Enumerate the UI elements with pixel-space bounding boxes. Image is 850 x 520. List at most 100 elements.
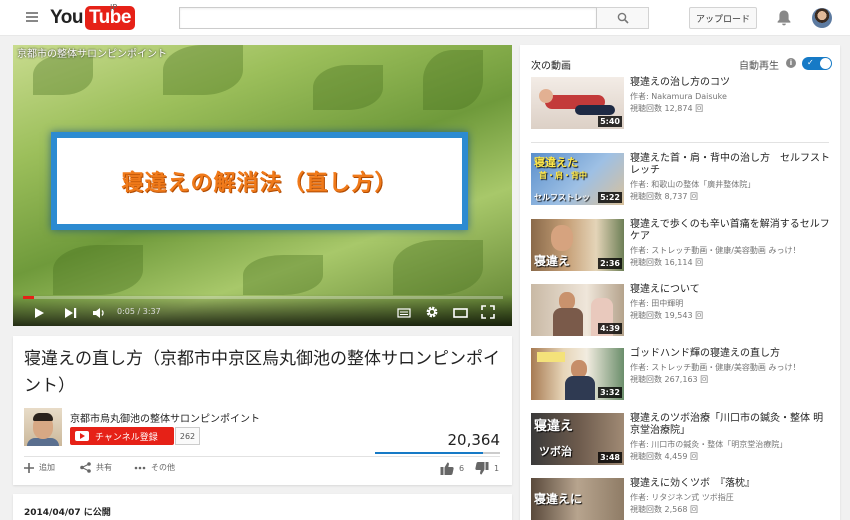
related-video-views: 視聴回数 4,459 回 bbox=[630, 452, 698, 461]
progress-bar[interactable] bbox=[23, 296, 503, 299]
thumbs-down-icon bbox=[475, 462, 489, 475]
video-thumbnail[interactable]: 3:32 bbox=[531, 348, 624, 400]
related-video-author: 作者: リタジネン式 ツボ指圧 bbox=[630, 493, 734, 502]
thumbnail-text: 首・肩・背中 bbox=[539, 171, 587, 180]
related-video-title[interactable]: ゴッドハンド輝の寝違えの直し方 bbox=[630, 348, 830, 360]
related-video-title[interactable]: 寝違えについて bbox=[630, 284, 830, 296]
view-count: 20,364 bbox=[447, 431, 501, 449]
related-video-author: 作者: 川口市の鍼灸・整体「明京堂治療院」 bbox=[630, 440, 788, 449]
autoplay-label: 自動再生 bbox=[739, 61, 779, 72]
video-title: 寝違えの直し方（京都市中京区烏丸御池の整体サロンピンポイント） bbox=[24, 349, 500, 396]
progress-fill bbox=[23, 296, 35, 299]
search-input[interactable] bbox=[179, 7, 597, 29]
related-video-item[interactable]: 寝違えた 首・肩・背中 セルフストレッ 5:22 寝違えた首・肩・背中の治し方 … bbox=[531, 153, 831, 209]
autoplay-toggle[interactable]: ✓ bbox=[802, 57, 832, 70]
subscribe-label: チャンネル登録 bbox=[95, 432, 158, 443]
search-icon bbox=[617, 12, 629, 24]
like-count: 6 bbox=[459, 464, 465, 473]
video-thumbnail[interactable]: 寝違え ツボ治 3:48 bbox=[531, 413, 624, 465]
bell-icon bbox=[777, 10, 791, 26]
video-thumbnail[interactable]: 5:40 bbox=[531, 77, 624, 129]
related-video-views: 視聴回数 12,874 回 bbox=[630, 104, 704, 113]
related-video-item[interactable]: 寝違えに 寝違えに効くツボ 『落枕』 作者: リタジネン式 ツボ指圧 視聴回数 … bbox=[531, 478, 831, 520]
duration-badge: 5:40 bbox=[598, 116, 622, 127]
related-video-title[interactable]: 寝違えの治し方のコツ bbox=[630, 77, 830, 89]
related-video-title[interactable]: 寝違えに効くツボ 『落枕』 bbox=[630, 478, 830, 490]
related-video-title[interactable]: 寝違えのツボ治療「川口市の鍼灸・整体 明京堂治療院」 bbox=[630, 413, 830, 437]
related-video-title[interactable]: 寝違えで歩くのも辛い首痛を解消するセルフケア bbox=[630, 219, 830, 243]
related-video-author: 作者: 和歌山の整体「廣井整体院」 bbox=[630, 180, 756, 189]
play-icon[interactable] bbox=[33, 307, 45, 319]
theater-mode-icon[interactable] bbox=[453, 307, 468, 319]
sentiment-bar bbox=[375, 452, 500, 454]
upload-button[interactable]: アップロード bbox=[689, 7, 757, 29]
related-video-item[interactable]: 寝違え 2:36 寝違えで歩くのも辛い首痛を解消するセルフケア 作者: ストレッ… bbox=[531, 219, 831, 275]
thumbnail-text: 寝違えに bbox=[534, 492, 583, 506]
settings-gear-icon[interactable] bbox=[425, 305, 439, 319]
channel-name[interactable]: 京都市烏丸御池の整体サロンピンポイント bbox=[70, 410, 260, 425]
thumbnail-text: 寝違え bbox=[534, 254, 571, 268]
video-thumbnail[interactable]: 寝違えた 首・肩・背中 セルフストレッ 5:22 bbox=[531, 153, 624, 205]
video-thumbnail[interactable]: 寝違えに bbox=[531, 478, 624, 520]
related-video-title[interactable]: 寝違えた首・肩・背中の治し方 セルフストレッチ bbox=[630, 153, 830, 177]
subscribe-button[interactable]: チャンネル登録 bbox=[70, 427, 174, 445]
leaf-decoration bbox=[313, 65, 383, 110]
description-card: 2014/04/07 に公開 bbox=[13, 494, 512, 520]
leaf-decoration bbox=[393, 240, 483, 295]
add-label: 追加 bbox=[39, 463, 55, 472]
divider bbox=[531, 142, 829, 143]
video-thumbnail[interactable]: 寝違え 2:36 bbox=[531, 219, 624, 271]
related-video-views: 視聴回数 2,568 回 bbox=[630, 505, 698, 514]
related-video-item[interactable]: 寝違え ツボ治 3:48 寝違えのツボ治療「川口市の鍼灸・整体 明京堂治療院」 … bbox=[531, 413, 831, 469]
leaf-decoration bbox=[53, 245, 143, 295]
channel-avatar[interactable] bbox=[24, 408, 62, 446]
search-button[interactable] bbox=[597, 7, 649, 29]
dislike-button[interactable]: 1 bbox=[475, 462, 499, 475]
more-label: その他 bbox=[151, 463, 175, 472]
related-video-item[interactable]: 4:39 寝違えについて 作者: 田中輝明 視聴回数 19,543 回 bbox=[531, 284, 831, 340]
plus-icon bbox=[24, 462, 34, 473]
user-avatar[interactable] bbox=[812, 8, 832, 28]
related-video-item[interactable]: 5:40 寝違えの治し方のコツ 作者: Nakamura Daisuke 視聴回… bbox=[531, 77, 831, 133]
subtitles-icon[interactable] bbox=[397, 307, 411, 319]
volume-icon[interactable] bbox=[92, 307, 106, 319]
masthead: You Tube JP アップロード bbox=[0, 0, 850, 36]
like-button[interactable]: 6 bbox=[440, 462, 464, 475]
youtube-logo[interactable]: You Tube JP bbox=[50, 3, 135, 30]
related-video-item[interactable]: 3:32 ゴッドハンド輝の寝違えの直し方 作者: ストレッチ動画・健康/美容動画… bbox=[531, 348, 831, 404]
duration-badge: 3:32 bbox=[598, 387, 622, 398]
related-video-views: 視聴回数 8,737 回 bbox=[630, 192, 698, 201]
thumbnail-text: セルフストレッ bbox=[534, 193, 590, 202]
related-video-author: 作者: Nakamura Daisuke bbox=[630, 92, 727, 101]
youtube-play-icon bbox=[75, 431, 89, 441]
duration-badge: 5:22 bbox=[598, 192, 622, 203]
related-video-views: 視聴回数 16,114 回 bbox=[630, 258, 704, 267]
fullscreen-icon[interactable] bbox=[481, 305, 495, 319]
guide-menu-icon[interactable] bbox=[26, 12, 38, 22]
dislike-count: 1 bbox=[494, 464, 500, 473]
subscriber-count: 262 bbox=[175, 427, 200, 445]
duration-badge: 2:36 bbox=[598, 258, 622, 269]
thumbnail-text: 寝違えた bbox=[534, 156, 578, 169]
check-icon: ✓ bbox=[807, 58, 814, 67]
related-video-views: 視聴回数 267,163 回 bbox=[630, 375, 709, 384]
up-next-heading: 次の動画 bbox=[531, 61, 571, 72]
region-label: JP bbox=[110, 3, 118, 12]
next-icon[interactable] bbox=[64, 307, 78, 319]
add-to-button[interactable]: 追加 bbox=[24, 462, 55, 473]
related-sidebar: 次の動画 自動再生 i ✓ 5:40 寝違えの治し方のコツ 作者: Nakamu… bbox=[520, 45, 840, 520]
player-controls: 0:05 / 3:37 bbox=[13, 294, 512, 326]
video-thumbnail[interactable]: 4:39 bbox=[531, 284, 624, 336]
more-actions-button[interactable]: その他 bbox=[134, 462, 175, 473]
video-info-card: 寝違えの直し方（京都市中京区烏丸御池の整体サロンピンポイント） 京都市烏丸御池の… bbox=[13, 336, 512, 485]
related-video-views: 視聴回数 19,543 回 bbox=[630, 311, 704, 320]
time-display: 0:05 / 3:37 bbox=[117, 307, 161, 316]
info-icon[interactable]: i bbox=[786, 58, 796, 68]
notifications-button[interactable] bbox=[776, 9, 792, 31]
share-label: 共有 bbox=[96, 463, 112, 472]
share-button[interactable]: 共有 bbox=[80, 462, 112, 473]
player-overlay-title[interactable]: 京都市の整体サロンピンポイント bbox=[17, 49, 177, 61]
sentiment-bar-like bbox=[375, 452, 483, 454]
leaf-decoration bbox=[423, 50, 483, 110]
video-player[interactable]: 京都市の整体サロンピンポイント 寝違えの解消法（直し方） 0:05 / 3:37 bbox=[13, 45, 512, 326]
